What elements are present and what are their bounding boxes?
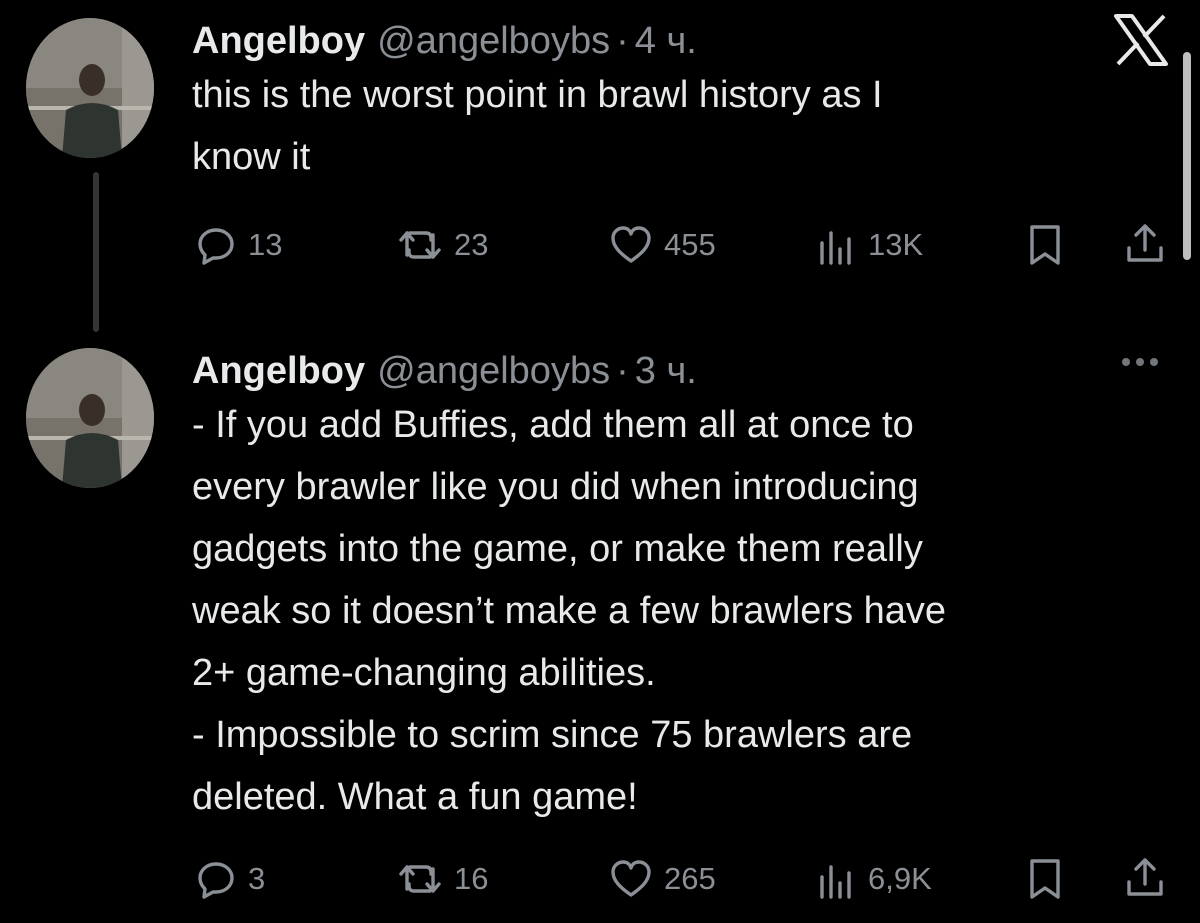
tweet-text-line: 2+ game-changing abilities. [192,652,656,694]
separator: · [616,350,629,392]
like-button[interactable]: 265 [610,859,716,899]
views-icon [820,231,851,265]
tweet-text-line: deleted. What a fun game! [192,776,638,818]
tweet-header: Angelboy @angelboybs · 4 ч. [192,18,1200,64]
repost-button[interactable]: 16 [398,859,488,899]
heart-icon [611,226,651,263]
separator: · [616,20,629,62]
share-icon [1127,224,1163,262]
views-count: 13K [868,227,924,262]
author-name[interactable]: Angelboy [192,348,365,394]
tweet-actions: 13 23 455 13K [192,222,1172,272]
author-name[interactable]: Angelboy [192,18,365,64]
avatar-photo [26,18,154,158]
reply-count: 3 [248,861,266,896]
repost-icon [399,231,441,259]
tweet-header: Angelboy @angelboybs · 3 ч. [192,348,1200,394]
timestamp[interactable]: 3 ч. [635,348,697,394]
tweet-text-line: every brawler like you did when introduc… [192,466,919,508]
bookmark-icon [1030,859,1060,899]
views-button[interactable]: 13K [818,225,923,265]
reply-button[interactable]: 3 [196,859,265,899]
tweet-actions: 3 16 265 6,9K [192,856,1172,906]
avatar[interactable] [26,348,154,488]
tweet-text-line: this is the worst point in brawl history… [192,74,883,116]
tweet-text-line: gadgets into the game, or make them real… [192,528,923,570]
views-count: 6,9K [868,861,932,896]
like-count: 455 [664,227,716,262]
reply-count: 13 [248,227,283,262]
reply-icon [198,228,234,265]
avatar-photo [26,348,154,488]
tweet-text-line: - If you add Buffies, add them all at on… [192,404,914,446]
bookmark-button[interactable] [1028,858,1062,900]
timestamp[interactable]: 4 ч. [635,18,697,64]
avatar[interactable] [26,18,154,158]
tweet-text-line: weak so it doesn’t make a few brawlers h… [192,590,947,632]
author-handle[interactable]: @angelboybs [377,348,610,394]
repost-count: 16 [454,861,489,896]
share-button[interactable] [1124,222,1166,266]
views-icon [820,865,851,899]
views-button[interactable]: 6,9K [818,859,932,899]
tweet-text-line: - Impossible to scrim since 75 brawlers … [192,714,913,756]
thread-connector-line [93,172,99,332]
share-button[interactable] [1124,856,1166,900]
repost-icon [399,865,441,893]
tweet-text: - If you add Buffies, add them all at on… [192,394,1200,828]
tweet-text-line: know it [192,136,311,178]
heart-icon [611,860,651,897]
reply-button[interactable]: 13 [196,225,282,265]
tweet[interactable]: Angelboy @angelboybs · 4 ч. this is the … [192,18,1200,188]
tweet[interactable]: Angelboy @angelboybs · 3 ч. - If you add… [192,348,1200,828]
repost-count: 23 [454,227,489,262]
share-icon [1127,858,1163,896]
author-handle[interactable]: @angelboybs [377,18,610,64]
like-button[interactable]: 455 [610,225,716,265]
reply-icon [198,862,234,899]
tweet-text: this is the worst point in brawl history… [192,64,1200,188]
like-count: 265 [664,861,716,896]
bookmark-icon [1030,225,1060,265]
repost-button[interactable]: 23 [398,225,488,265]
bookmark-button[interactable] [1028,224,1062,266]
